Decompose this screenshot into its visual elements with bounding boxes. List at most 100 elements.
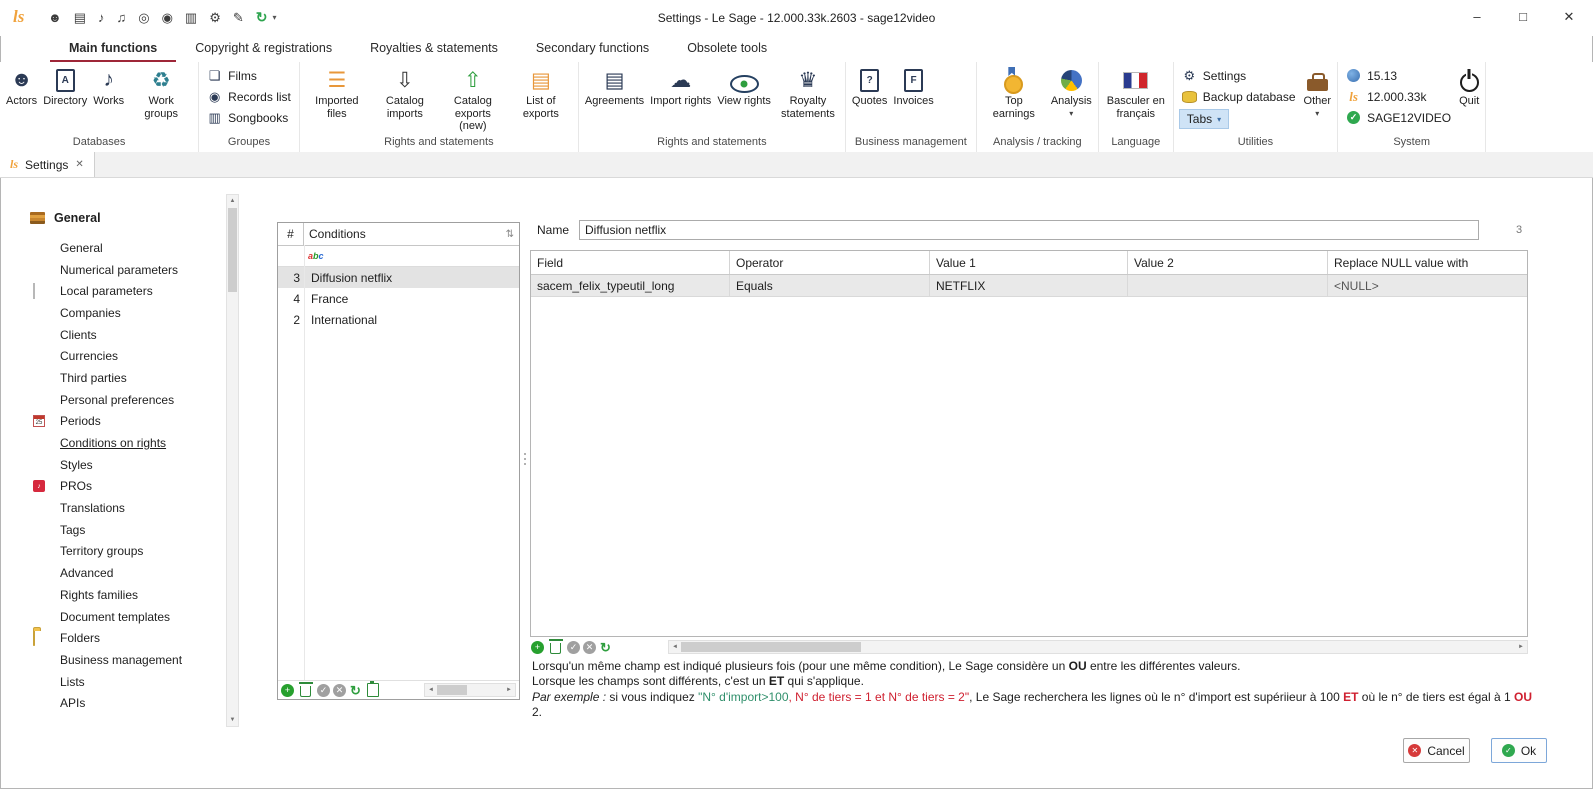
ribbon-button-quit[interactable]: Quit	[1456, 62, 1482, 108]
conditions-horizontal-scrollbar[interactable]: ◄ ►	[424, 683, 516, 697]
delete-button[interactable]	[550, 643, 561, 654]
ribbon-button-catalog-exports-new[interactable]: ⇧ Catalog exports (new)	[439, 62, 507, 133]
cancel-button[interactable]: ✕ Cancel	[1403, 738, 1470, 763]
scroll-right-icon[interactable]: ►	[503, 687, 515, 693]
sidebar-item-rights-families[interactable]: Rights families	[30, 584, 226, 606]
ribbon-button-works[interactable]: ♪ Works	[90, 62, 127, 108]
works-icon[interactable]: ♪	[98, 10, 105, 25]
condition-name-input[interactable]	[579, 220, 1479, 240]
target-icon[interactable]: ◎	[138, 10, 149, 26]
sidebar-item-local-parameters[interactable]: Local parameters	[30, 280, 226, 302]
songs-icon[interactable]: ♫	[116, 10, 126, 25]
sidebar-item-clients[interactable]: Clients	[30, 324, 226, 346]
sidebar-item-translations[interactable]: Translations	[30, 497, 226, 519]
scroll-down-icon[interactable]: ▼	[227, 714, 238, 726]
column-header-conditions[interactable]: Conditions ⇅	[304, 223, 519, 245]
ribbon-button-agreements[interactable]: ▤ Agreements	[582, 62, 647, 108]
column-header-operator[interactable]: Operator	[730, 251, 930, 274]
ribbon-button-settings[interactable]: ⚙ Settings	[1177, 65, 1301, 86]
minimize-button[interactable]: –	[1454, 1, 1500, 32]
sidebar-item-personal-preferences[interactable]: Personal preferences	[30, 389, 226, 411]
ribbon-tab-secondary-functions[interactable]: Secondary functions	[517, 36, 668, 62]
ribbon-button-work-groups[interactable]: ♻ Work groups	[127, 62, 195, 120]
ribbon-tab-obsolete-tools[interactable]: Obsolete tools	[668, 36, 786, 62]
sidebar-scrollbar[interactable]: ▲ ▼	[226, 194, 239, 727]
ribbon-button-tabs[interactable]: Tabs ▾	[1179, 109, 1229, 129]
record-icon[interactable]: ◉	[162, 10, 173, 26]
ribbon-button-top-earnings[interactable]: Top earnings	[980, 62, 1048, 120]
ribbon-tab-royalties-statements[interactable]: Royalties & statements	[351, 36, 517, 62]
sidebar-item-conditions-on-rights[interactable]: Conditions on rights	[30, 432, 226, 454]
sidebar-item-styles[interactable]: Styles	[30, 454, 226, 476]
panel-splitter-handle[interactable]	[522, 447, 527, 471]
ribbon-button-films[interactable]: ❏ Films	[202, 65, 296, 86]
condition-row-diffusion-netflix[interactable]: 3 Diffusion netflix	[278, 267, 519, 288]
ribbon-button-invoices[interactable]: F Invoices	[890, 62, 936, 108]
refresh-icon[interactable]: ↻	[256, 9, 268, 26]
scroll-left-icon[interactable]: ◄	[669, 644, 681, 650]
refresh-button[interactable]: ↻	[349, 684, 362, 697]
sidebar-item-companies[interactable]: Companies	[30, 302, 226, 324]
delete-button[interactable]	[300, 686, 311, 697]
sidebar-item-numerical-parameters[interactable]: Numerical parameters	[30, 259, 226, 281]
column-header-field[interactable]: Field	[531, 251, 730, 274]
table-row[interactable]: sacem_felix_typeutil_long Equals NETFLIX…	[531, 275, 1527, 297]
scroll-right-icon[interactable]: ►	[1515, 644, 1527, 650]
add-button[interactable]: +	[281, 684, 294, 697]
ribbon-button-view-rights[interactable]: View rights	[714, 62, 774, 108]
ribbon-button-backup-database[interactable]: Backup database	[1177, 86, 1301, 107]
scrollbar-thumb[interactable]	[681, 642, 861, 652]
close-button[interactable]: ✕	[1546, 1, 1592, 32]
ribbon-button-directory[interactable]: A Directory	[40, 62, 90, 108]
directory-icon[interactable]: ▤	[74, 10, 86, 26]
sidebar-item-lists[interactable]: Lists	[30, 671, 226, 693]
edit-icon[interactable]: ✎	[233, 10, 244, 26]
ok-button[interactable]: ✓ Ok	[1491, 738, 1547, 763]
column-header-value2[interactable]: Value 2	[1128, 251, 1328, 274]
conditions-filter-row[interactable]: abc	[278, 246, 519, 267]
device-icon[interactable]: ▥	[185, 10, 197, 26]
chevron-down-icon[interactable]: ▾	[273, 13, 277, 22]
ribbon-button-catalog-imports[interactable]: ⇩ Catalog imports	[371, 62, 439, 120]
condition-row-international[interactable]: 2 International	[278, 309, 519, 330]
column-header-value1[interactable]: Value 1	[930, 251, 1128, 274]
scroll-left-icon[interactable]: ◄	[425, 687, 437, 693]
sidebar-item-apis[interactable]: APIs	[30, 692, 226, 714]
tab-settings[interactable]: ls Settings ✕	[0, 152, 95, 177]
ribbon-button-royalty-statements[interactable]: ♛ Royalty statements	[774, 62, 842, 120]
ribbon-button-other[interactable]: Other ▾	[1301, 62, 1335, 118]
paste-button[interactable]	[367, 683, 379, 697]
ribbon-button-import-rights[interactable]: ☁ Import rights	[647, 62, 714, 108]
ribbon-button-actors[interactable]: ☻ Actors	[3, 62, 40, 108]
sidebar-item-tags[interactable]: Tags	[30, 519, 226, 541]
sidebar-item-pros[interactable]: ♪ PROs	[30, 476, 226, 498]
ribbon-button-list-of-exports[interactable]: ▤ List of exports	[507, 62, 575, 120]
confirm-button[interactable]: ✓	[567, 641, 580, 654]
column-header-num[interactable]: #	[278, 223, 304, 245]
ribbon-button-basculer-en-francais[interactable]: Basculer en français	[1102, 62, 1170, 120]
sidebar-item-document-templates[interactable]: Document templates	[30, 606, 226, 628]
ribbon-tab-main-functions[interactable]: Main functions	[50, 36, 176, 62]
sidebar-item-territory-groups[interactable]: Territory groups	[30, 541, 226, 563]
confirm-button[interactable]: ✓	[317, 684, 330, 697]
gear-icon[interactable]: ⚙	[209, 10, 221, 26]
ribbon-button-records-list[interactable]: ◉ Records list	[202, 86, 296, 107]
sidebar-item-business-management[interactable]: Business management	[30, 649, 226, 671]
actors-icon[interactable]: ☻	[48, 10, 62, 25]
cancel-edit-button[interactable]: ✕	[333, 684, 346, 697]
scrollbar-thumb[interactable]	[437, 685, 467, 695]
scroll-up-icon[interactable]: ▲	[227, 195, 238, 207]
refresh-button[interactable]: ↻	[599, 641, 612, 654]
ribbon-button-songbooks[interactable]: ▥ Songbooks	[202, 107, 296, 128]
add-button[interactable]: +	[531, 641, 544, 654]
sidebar-item-general[interactable]: General	[30, 237, 226, 259]
maximize-button[interactable]: □	[1500, 1, 1546, 32]
ribbon-button-quotes[interactable]: ? Quotes	[849, 62, 890, 108]
sidebar-item-currencies[interactable]: Currencies	[30, 345, 226, 367]
sidebar-item-third-parties[interactable]: Third parties	[30, 367, 226, 389]
sidebar-item-advanced[interactable]: Advanced	[30, 562, 226, 584]
column-header-replace-null[interactable]: Replace NULL value with	[1328, 251, 1527, 274]
condition-row-france[interactable]: 4 France	[278, 288, 519, 309]
grid-horizontal-scrollbar[interactable]: ◄ ►	[668, 640, 1528, 654]
sidebar-item-folders[interactable]: Folders	[30, 627, 226, 649]
